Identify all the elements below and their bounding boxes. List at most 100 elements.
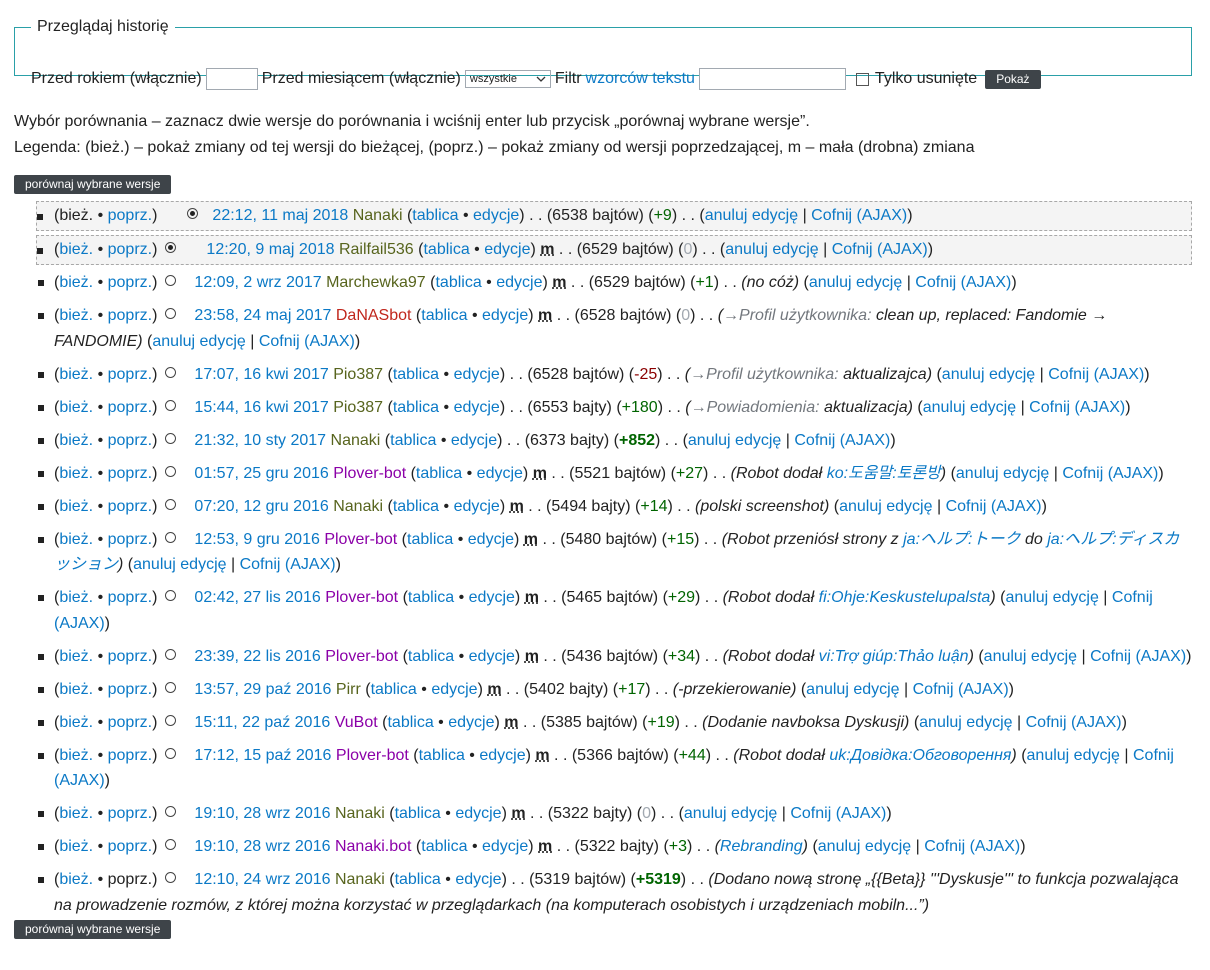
cur-link[interactable]: bież. <box>59 432 93 449</box>
section-link[interactable]: →Profil użytkownika: <box>690 366 839 383</box>
compare-radio[interactable] <box>165 366 177 378</box>
user-talk-link[interactable]: tablica <box>423 241 469 258</box>
user-contribs-link[interactable]: edycje <box>482 307 528 324</box>
user-contribs-link[interactable]: edycje <box>455 871 501 888</box>
cur-link[interactable]: bież. <box>59 714 93 731</box>
compare-radio[interactable] <box>187 208 199 220</box>
compare-radio[interactable] <box>165 275 177 287</box>
revision-date-link[interactable]: 15:44, 16 kwi 2017 <box>194 399 328 416</box>
rollback-link[interactable]: Cofnij (AJAX) <box>240 556 336 573</box>
show-button[interactable]: Pokaż <box>985 69 1041 89</box>
user-talk-link[interactable]: tablica <box>371 681 417 698</box>
user-link[interactable]: Nanaki.bot <box>335 838 412 855</box>
compare-button-bottom[interactable]: porównaj wybrane wersje <box>14 920 172 939</box>
user-link[interactable]: Plover-bot <box>333 465 406 482</box>
prev-link[interactable]: poprz. <box>108 589 152 606</box>
revision-date-link[interactable]: 02:42, 27 lis 2016 <box>194 589 320 606</box>
rollback-link[interactable]: Cofnij (AJAX) <box>915 274 1011 291</box>
user-link[interactable]: Pio387 <box>333 366 383 383</box>
section-link[interactable]: →Profil użytkownika: <box>723 307 872 324</box>
interwiki-link[interactable]: ja:ヘルプ:トーク <box>903 531 1020 548</box>
cur-link[interactable]: bież. <box>59 498 93 515</box>
prev-link[interactable]: poprz. <box>108 465 152 482</box>
compare-radio[interactable] <box>165 465 177 477</box>
user-talk-link[interactable]: tablica <box>393 399 439 416</box>
prev-link[interactable]: poprz. <box>108 307 152 324</box>
revision-date-link[interactable]: 17:12, 15 paź 2016 <box>194 747 331 764</box>
undo-link[interactable]: anuluj edycję <box>919 714 1012 731</box>
user-link[interactable]: Nanaki <box>335 805 385 822</box>
cur-link[interactable]: bież. <box>59 307 93 324</box>
summary-link[interactable]: Rebranding <box>720 838 803 855</box>
user-link[interactable]: Nanaki <box>333 498 383 515</box>
user-link[interactable]: VuBot <box>335 714 378 731</box>
compare-radio[interactable] <box>165 241 177 253</box>
undo-link[interactable]: anuluj edycję <box>839 498 932 515</box>
cur-link[interactable]: bież. <box>59 648 93 665</box>
tag-filter-link[interactable]: wzorców tekstu <box>586 70 695 88</box>
user-contribs-link[interactable]: edycje <box>451 432 497 449</box>
user-contribs-link[interactable]: edycje <box>482 838 528 855</box>
rollback-link[interactable]: Cofnij (AJAX) <box>1029 399 1125 416</box>
user-link[interactable]: Plover-bot <box>325 648 398 665</box>
user-talk-link[interactable]: tablica <box>419 747 465 764</box>
undo-link[interactable]: anuluj edycję <box>705 207 798 224</box>
user-talk-link[interactable]: tablica <box>387 714 433 731</box>
revision-date-link[interactable]: 07:20, 12 gru 2016 <box>194 498 328 515</box>
user-talk-link[interactable]: tablica <box>393 366 439 383</box>
deleted-only-checkbox[interactable] <box>855 72 869 86</box>
compare-radio[interactable] <box>165 531 177 543</box>
user-talk-link[interactable]: tablica <box>421 838 467 855</box>
compare-button-top[interactable]: porównaj wybrane wersje <box>14 175 172 194</box>
user-talk-link[interactable]: tablica <box>407 531 453 548</box>
year-input[interactable] <box>205 68 258 90</box>
interwiki-link[interactable]: uk:Довідка:Обговорення <box>829 747 1011 764</box>
revision-date-link[interactable]: 23:39, 22 lis 2016 <box>194 648 320 665</box>
revision-date-link[interactable]: 12:10, 24 wrz 2016 <box>194 871 330 888</box>
user-link[interactable]: Nanaki <box>335 871 385 888</box>
user-contribs-link[interactable]: edycje <box>477 465 523 482</box>
undo-link[interactable]: anuluj edycję <box>984 648 1077 665</box>
user-contribs-link[interactable]: edycje <box>484 241 530 258</box>
undo-link[interactable]: anuluj edycję <box>725 241 818 258</box>
interwiki-link[interactable]: vi:Trợ giúp:Thảo luận <box>819 648 969 665</box>
revision-date-link[interactable]: 17:07, 16 kwi 2017 <box>194 366 328 383</box>
compare-radio[interactable] <box>165 308 177 320</box>
cur-link[interactable]: bież. <box>59 366 93 383</box>
user-talk-link[interactable]: tablica <box>395 805 441 822</box>
rollback-link[interactable]: Cofnij (AJAX) <box>1048 366 1144 383</box>
user-contribs-link[interactable]: edycje <box>468 531 514 548</box>
user-contribs-link[interactable]: edycje <box>496 274 542 291</box>
cur-link[interactable]: bież. <box>59 241 93 258</box>
user-talk-link[interactable]: tablica <box>416 465 462 482</box>
interwiki-link[interactable]: ko:도움말:토론방 <box>827 465 941 482</box>
undo-link[interactable]: anuluj edycję <box>809 274 902 291</box>
user-talk-link[interactable]: tablica <box>412 207 458 224</box>
undo-link[interactable]: anuluj edycję <box>806 681 899 698</box>
revision-date-link[interactable]: 19:10, 28 wrz 2016 <box>194 838 330 855</box>
rollback-link[interactable]: Cofnij (AJAX) <box>924 838 1020 855</box>
month-select[interactable]: wszystkie <box>464 70 551 88</box>
user-link[interactable]: DaNASbot <box>336 307 412 324</box>
cur-link[interactable]: bież. <box>59 465 93 482</box>
revision-date-link[interactable]: 15:11, 22 paź 2016 <box>194 714 330 731</box>
cur-link[interactable]: bież. <box>59 589 93 606</box>
prev-link[interactable]: poprz. <box>108 648 152 665</box>
revision-date-link[interactable]: 22:12, 11 maj 2018 <box>212 207 348 224</box>
user-link[interactable]: Nanaki <box>331 432 381 449</box>
rollback-link[interactable]: Cofnij (AJAX) <box>946 498 1042 515</box>
interwiki-link[interactable]: fi:Ohje:Keskustelupalsta <box>819 589 991 606</box>
rollback-link[interactable]: Cofnij (AJAX) <box>1062 465 1158 482</box>
prev-link[interactable]: poprz. <box>108 241 152 258</box>
user-link[interactable]: Plover-bot <box>325 589 398 606</box>
user-link[interactable]: Plover-bot <box>336 747 409 764</box>
revision-date-link[interactable]: 12:09, 2 wrz 2017 <box>194 274 321 291</box>
user-talk-link[interactable]: tablica <box>421 307 467 324</box>
compare-radio[interactable] <box>165 399 177 411</box>
revision-date-link[interactable]: 13:57, 29 paź 2016 <box>194 681 331 698</box>
prev-link[interactable]: poprz. <box>108 838 152 855</box>
prev-link[interactable]: poprz. <box>108 366 152 383</box>
undo-link[interactable]: anuluj edycję <box>1005 589 1098 606</box>
rollback-link[interactable]: Cofnij (AJAX) <box>811 207 907 224</box>
user-link[interactable]: Plover-bot <box>324 531 397 548</box>
